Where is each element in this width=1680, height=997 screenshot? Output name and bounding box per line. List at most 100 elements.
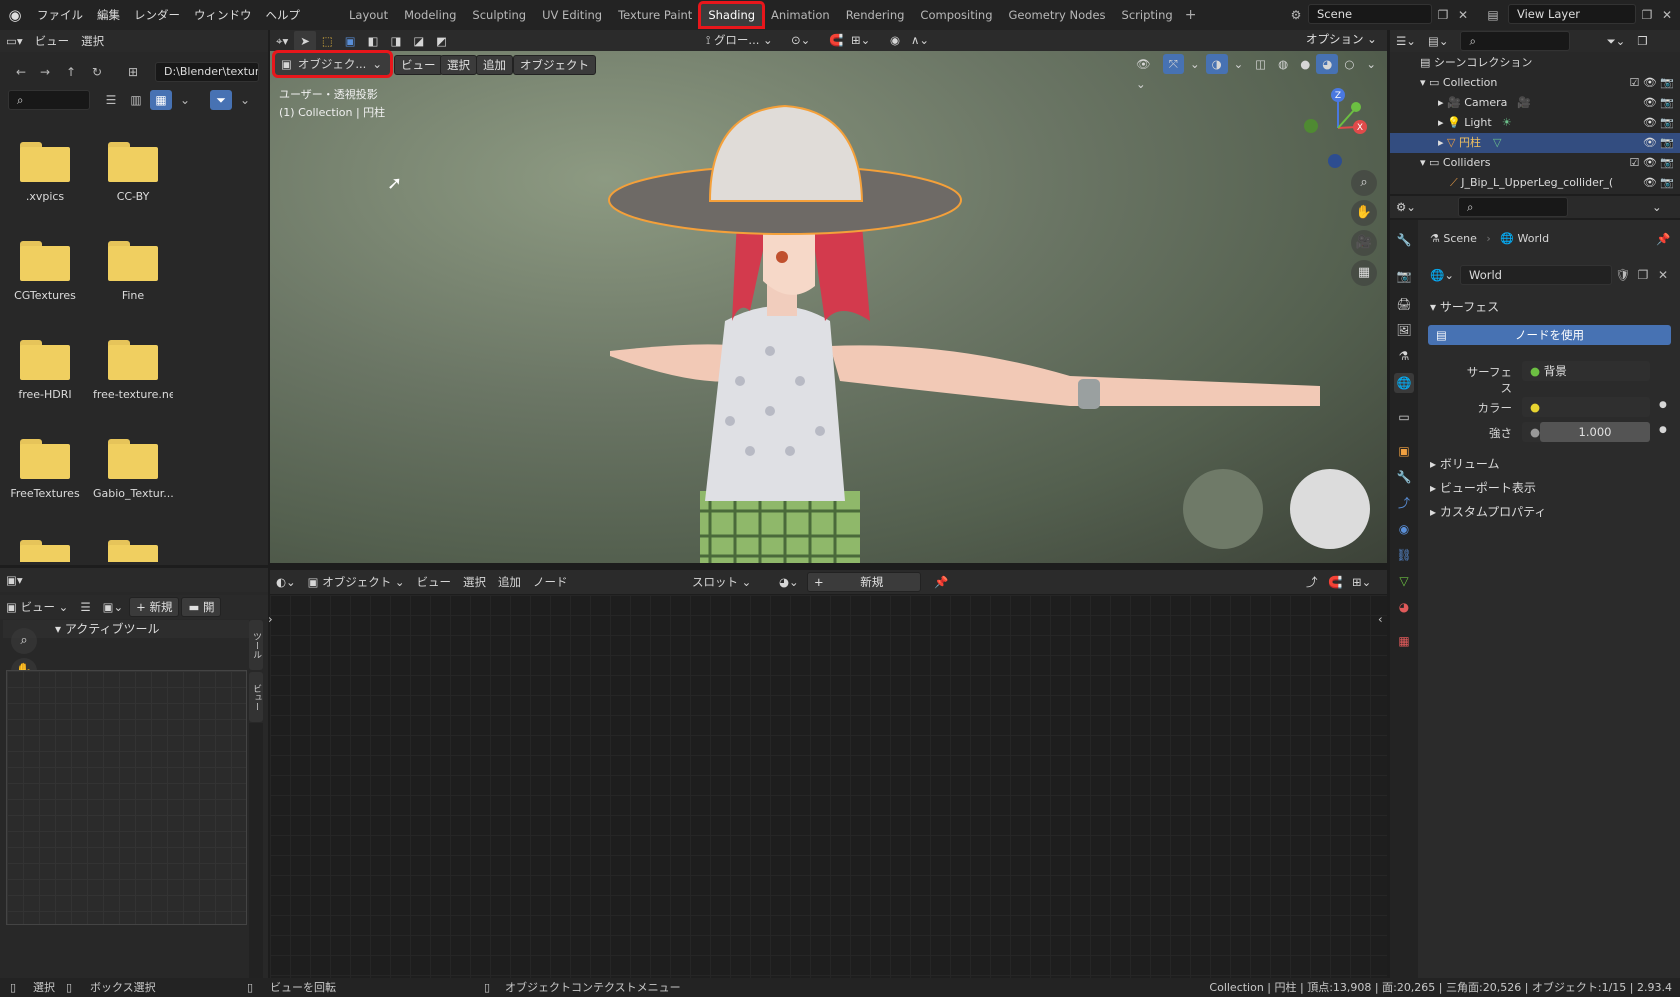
tab-texture-paint[interactable]: Texture Paint bbox=[610, 3, 700, 27]
viewport-menu-select[interactable]: 選択 bbox=[440, 55, 477, 75]
menu-file[interactable]: ファイル bbox=[30, 0, 90, 30]
node-menu-select[interactable]: 選択 bbox=[457, 572, 492, 592]
surface-section-header[interactable]: ▾ サーフェス bbox=[1430, 298, 1499, 315]
scene-collection-row[interactable]: ▤ シーンコレクション bbox=[1390, 53, 1680, 73]
folder-item[interactable]: free-texture.ne bbox=[93, 340, 173, 401]
ie-image-browse-icon[interactable]: ▣⌄ bbox=[97, 597, 130, 617]
image-canvas[interactable] bbox=[6, 670, 247, 925]
editor-type-icon[interactable]: ▣▾ bbox=[0, 570, 29, 590]
outliner-row-colliders[interactable]: ▾ ▭ Colliders ☑ 👁 📷 bbox=[1390, 153, 1680, 173]
menu-window[interactable]: ウィンドウ bbox=[187, 0, 259, 30]
mode-selector-dropdown[interactable]: ▣ オブジェク... ⌄ bbox=[272, 50, 393, 78]
path-field[interactable]: D:\Blender\texture\ bbox=[155, 62, 259, 82]
solid-shading-icon[interactable]: ● bbox=[1294, 54, 1316, 74]
delete-scene-icon[interactable]: ✕ bbox=[1452, 5, 1474, 25]
options-dropdown[interactable]: オプション ⌄ bbox=[1300, 30, 1383, 50]
tab-modeling[interactable]: Modeling bbox=[396, 3, 464, 27]
keyframe-dot-icon[interactable]: ● bbox=[1659, 400, 1667, 410]
modifier-tab-icon[interactable]: 🔧 bbox=[1394, 467, 1414, 487]
data-tab-icon[interactable]: ▽ bbox=[1394, 571, 1414, 591]
viewport-menu-add[interactable]: 追加 bbox=[476, 55, 513, 75]
refresh-icon[interactable]: ↻ bbox=[86, 62, 108, 82]
new-folder-icon[interactable]: ⊞ bbox=[122, 62, 144, 82]
folder-item[interactable]: CGTextures bbox=[5, 241, 85, 302]
select-tool-icon[interactable]: ➤ bbox=[294, 30, 316, 51]
row-toggles[interactable]: ☑ 👁 📷 bbox=[1629, 73, 1674, 93]
select-intersect-icon[interactable]: ◩ bbox=[430, 31, 453, 51]
tab-rendering[interactable]: Rendering bbox=[838, 3, 913, 27]
side-tab-tool[interactable]: ツール bbox=[249, 620, 263, 670]
row-toggles[interactable]: 👁 📷 bbox=[1643, 113, 1674, 133]
node-menu-view[interactable]: ビュー bbox=[411, 572, 458, 592]
tab-scripting[interactable]: Scripting bbox=[1114, 3, 1181, 27]
menu-render[interactable]: レンダー bbox=[127, 0, 187, 30]
camera-view-icon[interactable]: 🎥 bbox=[1351, 230, 1377, 256]
constraints-tab-icon[interactable]: ⛓ bbox=[1394, 545, 1414, 565]
texture-tab-icon[interactable]: ▦ bbox=[1394, 631, 1414, 651]
zoom-icon[interactable]: ⌕ bbox=[11, 628, 37, 654]
add-workspace-icon[interactable]: + bbox=[1181, 7, 1201, 23]
outliner-row-cylinder[interactable]: ▸ ▽ 円柱 ▽ 👁 📷 bbox=[1390, 133, 1680, 153]
display-dropdown-icon[interactable]: ⌄ bbox=[174, 90, 196, 110]
overlays-toggle-icon[interactable]: ◑ bbox=[1205, 54, 1228, 74]
view-layer-field[interactable]: View Layer bbox=[1508, 4, 1636, 24]
use-nodes-button[interactable]: ▤ ノードを使用 bbox=[1428, 325, 1671, 345]
tab-compositing[interactable]: Compositing bbox=[912, 3, 1000, 27]
properties-search-input[interactable]: ⌕ bbox=[1457, 197, 1568, 217]
toolbar-expand-icon[interactable]: › bbox=[268, 612, 273, 626]
outliner-row-light[interactable]: ▸ 💡 Light ☀ 👁 📷 bbox=[1390, 113, 1680, 133]
new-collection-icon[interactable]: ❐ bbox=[1631, 31, 1653, 51]
outliner-type-icon[interactable]: ☰⌄ bbox=[1390, 31, 1422, 51]
gizmo-toggle-icon[interactable]: ⤧ bbox=[1162, 54, 1184, 74]
filter-icon[interactable]: ⏷ bbox=[210, 90, 232, 110]
blender-logo-icon[interactable]: ◉ bbox=[0, 0, 30, 30]
select-extend-icon[interactable]: ◧ bbox=[362, 31, 385, 51]
scene-tab-icon[interactable]: ⚗ bbox=[1394, 346, 1414, 366]
outliner-filter-icon[interactable]: ⏷⌄ bbox=[1600, 31, 1631, 51]
object-tab-icon[interactable]: ▣ bbox=[1394, 441, 1414, 461]
view-layer-tab-icon[interactable]: 🖼 bbox=[1394, 320, 1414, 340]
viewport-display-section-header[interactable]: ▸ ビューポート表示 bbox=[1430, 479, 1536, 496]
folder-item[interactable]: Fine bbox=[93, 241, 173, 302]
falloff-icon[interactable]: ∧⌄ bbox=[905, 30, 935, 50]
new-view-layer-icon[interactable]: ❐ bbox=[1636, 5, 1658, 25]
outliner-search-input[interactable]: ⌕ bbox=[1460, 31, 1571, 51]
row-toggles[interactable]: ☑ 👁 📷 bbox=[1629, 153, 1674, 173]
tab-animation[interactable]: Animation bbox=[763, 3, 838, 27]
row-toggles[interactable]: 👁 📷 bbox=[1643, 93, 1674, 113]
folder-item[interactable]: .xvpics bbox=[5, 142, 85, 203]
properties-type-icon[interactable]: ⚙⌄ bbox=[1390, 197, 1422, 217]
node-mode-dropdown[interactable]: ▣ オブジェクト ⌄ bbox=[302, 572, 411, 592]
pin-icon[interactable]: 📌 bbox=[1656, 232, 1670, 246]
menu-edit[interactable]: 編集 bbox=[90, 0, 127, 30]
custom-properties-section-header[interactable]: ▸ カスタムプロパティ bbox=[1430, 503, 1546, 520]
viewport-menu-view[interactable]: ビュー bbox=[394, 55, 443, 75]
fb-menu-view[interactable]: ビュー bbox=[29, 31, 76, 51]
back-icon[interactable]: ← bbox=[10, 62, 32, 82]
viewport-editor-type-icon[interactable]: ⌖▾ bbox=[270, 31, 294, 51]
gizmo-dropdown-icon[interactable]: ⌄ bbox=[1184, 54, 1206, 74]
select-box-mode-icon[interactable]: ▣ bbox=[339, 31, 362, 51]
pivot-point-icon[interactable]: ⊙⌄ bbox=[785, 30, 816, 50]
strength-value[interactable]: 1.000 bbox=[1540, 422, 1650, 442]
fb-menu-select[interactable]: 選択 bbox=[75, 31, 110, 51]
folder-item[interactable]: FreeTextures bbox=[5, 439, 85, 500]
ie-view-menu[interactable]: ▣ ビュー ⌄ bbox=[0, 597, 74, 617]
delete-view-layer-icon[interactable]: ✕ bbox=[1656, 5, 1678, 25]
row-toggles[interactable]: 👁 📷 bbox=[1642, 173, 1674, 193]
pin-icon[interactable]: 📌 bbox=[928, 572, 954, 592]
world-tab-icon[interactable]: 🌐 bbox=[1394, 373, 1414, 393]
tab-geometry-nodes[interactable]: Geometry Nodes bbox=[1001, 3, 1114, 27]
unlink-world-icon[interactable]: ✕ bbox=[1652, 265, 1674, 285]
material-shading-icon[interactable]: ◕ bbox=[1316, 54, 1339, 74]
snap-target-icon[interactable]: ⊞⌄ bbox=[845, 30, 876, 50]
tab-layout[interactable]: Layout bbox=[341, 3, 396, 27]
select-subtract-icon[interactable]: ◨ bbox=[385, 31, 408, 51]
keyframe-dot-icon[interactable]: ● bbox=[1659, 425, 1667, 435]
node-menu-node[interactable]: ノード bbox=[527, 572, 574, 592]
surface-shader-field[interactable]: ● 背景 bbox=[1522, 361, 1650, 381]
parent-dir-icon[interactable]: ↑ bbox=[60, 62, 82, 82]
horizontal-list-icon[interactable]: ▥ bbox=[125, 90, 147, 110]
3d-viewport[interactable] bbox=[270, 51, 1387, 563]
rendered-shading-icon[interactable]: ○ bbox=[1338, 54, 1360, 74]
